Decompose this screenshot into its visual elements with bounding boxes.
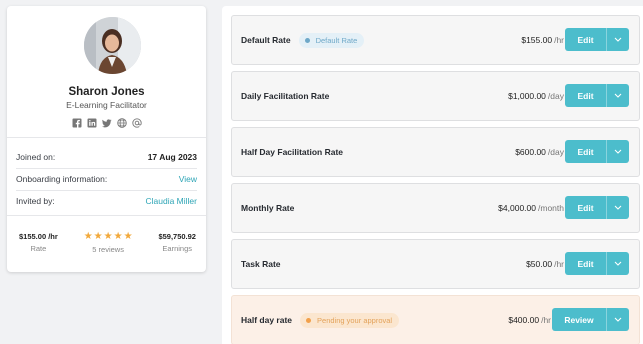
rate-row: Default Rate Default Rate $155.00/hr Edi… [231, 15, 640, 65]
rate-row: Daily Facilitation Rate $1,000.00/day Ed… [231, 71, 640, 121]
rating-stars: ★ ★ ★ ★ ★ [84, 232, 133, 242]
rate-row-pending: Half day rate Pending your approval $400… [231, 295, 640, 344]
invited-by-link[interactable]: Claudia Miller [146, 196, 198, 206]
invited-label: Invited by: [16, 196, 55, 206]
rate-amount: $155.00 [521, 35, 553, 45]
linkedin-icon[interactable] [87, 115, 97, 128]
profile-stats: $155.00 /hr Rate ★ ★ ★ ★ ★ 5 reviews $59… [7, 232, 206, 255]
stat-earnings-label: Earnings [162, 244, 193, 253]
rate-name: Task Rate [241, 259, 281, 269]
edit-button[interactable]: Edit [565, 28, 629, 51]
default-rate-badge: Default Rate [298, 32, 365, 48]
rate-unit: /hr [541, 315, 551, 325]
rate-name: Half day rate [241, 315, 293, 325]
rate-name: Half Day Facilitation Rate [241, 147, 344, 157]
review-button[interactable]: Review [552, 308, 629, 331]
rate-row: Task Rate $50.00/hr Edit [231, 239, 640, 289]
rate-unit: /hr [554, 35, 564, 45]
at-icon[interactable] [131, 115, 142, 128]
chevron-down-icon[interactable] [607, 261, 629, 266]
facebook-icon[interactable] [72, 115, 82, 128]
stat-earnings: $59,750.92 Earnings [158, 232, 196, 254]
chevron-down-icon[interactable] [607, 37, 629, 42]
rate-unit: /day [547, 147, 564, 157]
twitter-icon[interactable] [101, 115, 112, 128]
star-icon: ★ [93, 231, 103, 242]
rate-amount: $1,000.00 [508, 91, 546, 101]
profile-name: Sharon Jones [68, 86, 145, 98]
rate-unit: /day [547, 91, 564, 101]
globe-icon[interactable] [116, 115, 127, 128]
chevron-down-icon[interactable] [607, 149, 629, 154]
profile-card: Sharon Jones E-Learning Facilitator Join… [7, 6, 206, 272]
rate-row: Monthly Rate $4,000.00/month Edit [231, 183, 640, 233]
star-icon: ★ [83, 231, 93, 242]
stat-rate-label: Rate [30, 244, 47, 253]
joined-row: Joined on: 17 Aug 2023 [16, 146, 197, 168]
profile-role: E-Learning Facilitator [66, 100, 147, 110]
stat-rate: $155.00 /hr Rate [19, 232, 58, 254]
star-icon: ★ [123, 231, 133, 242]
rate-name: Monthly Rate [241, 203, 295, 213]
onboarding-label: Onboarding information: [16, 174, 108, 184]
joined-date: 17 Aug 2023 [147, 152, 197, 162]
rate-amount: $400.00 [508, 315, 540, 325]
onboarding-row: Onboarding information: View [16, 168, 197, 190]
rate-unit: /hr [554, 259, 564, 269]
chevron-down-icon[interactable] [607, 205, 629, 210]
divider [7, 215, 206, 216]
rate-name: Daily Facilitation Rate [241, 91, 330, 101]
pending-approval-badge: Pending your approval [300, 312, 400, 328]
stat-reviews: ★ ★ ★ ★ ★ 5 reviews [84, 232, 133, 255]
rate-amount: $50.00 [526, 259, 553, 269]
reviews-count[interactable]: 5 reviews [84, 245, 133, 254]
social-links [7, 115, 206, 128]
edit-button[interactable]: Edit [565, 196, 629, 219]
invited-row: Invited by: Claudia Miller [16, 190, 197, 212]
star-icon: ★ [103, 231, 113, 242]
edit-button[interactable]: Edit [565, 84, 629, 107]
divider [7, 137, 206, 138]
rate-row: Half Day Facilitation Rate $600.00/day E… [231, 127, 640, 177]
rate-amount: $600.00 [515, 147, 546, 157]
rate-amount: $4,000.00 [498, 203, 536, 213]
stat-rate-value: $155.00 /hr [19, 232, 58, 241]
edit-button[interactable]: Edit [565, 252, 629, 275]
stat-earnings-value: $59,750.92 [158, 232, 196, 241]
rates-panel: Default Rate Default Rate $155.00/hr Edi… [222, 6, 643, 344]
rate-unit: /month [538, 203, 564, 213]
chevron-down-icon[interactable] [607, 93, 629, 98]
edit-button[interactable]: Edit [565, 140, 629, 163]
onboarding-view-link[interactable]: View [179, 174, 197, 184]
star-icon: ★ [113, 231, 123, 242]
avatar [84, 17, 141, 74]
rate-name: Default Rate [241, 35, 291, 45]
chevron-down-icon[interactable] [607, 317, 629, 322]
joined-label: Joined on: [16, 152, 56, 162]
